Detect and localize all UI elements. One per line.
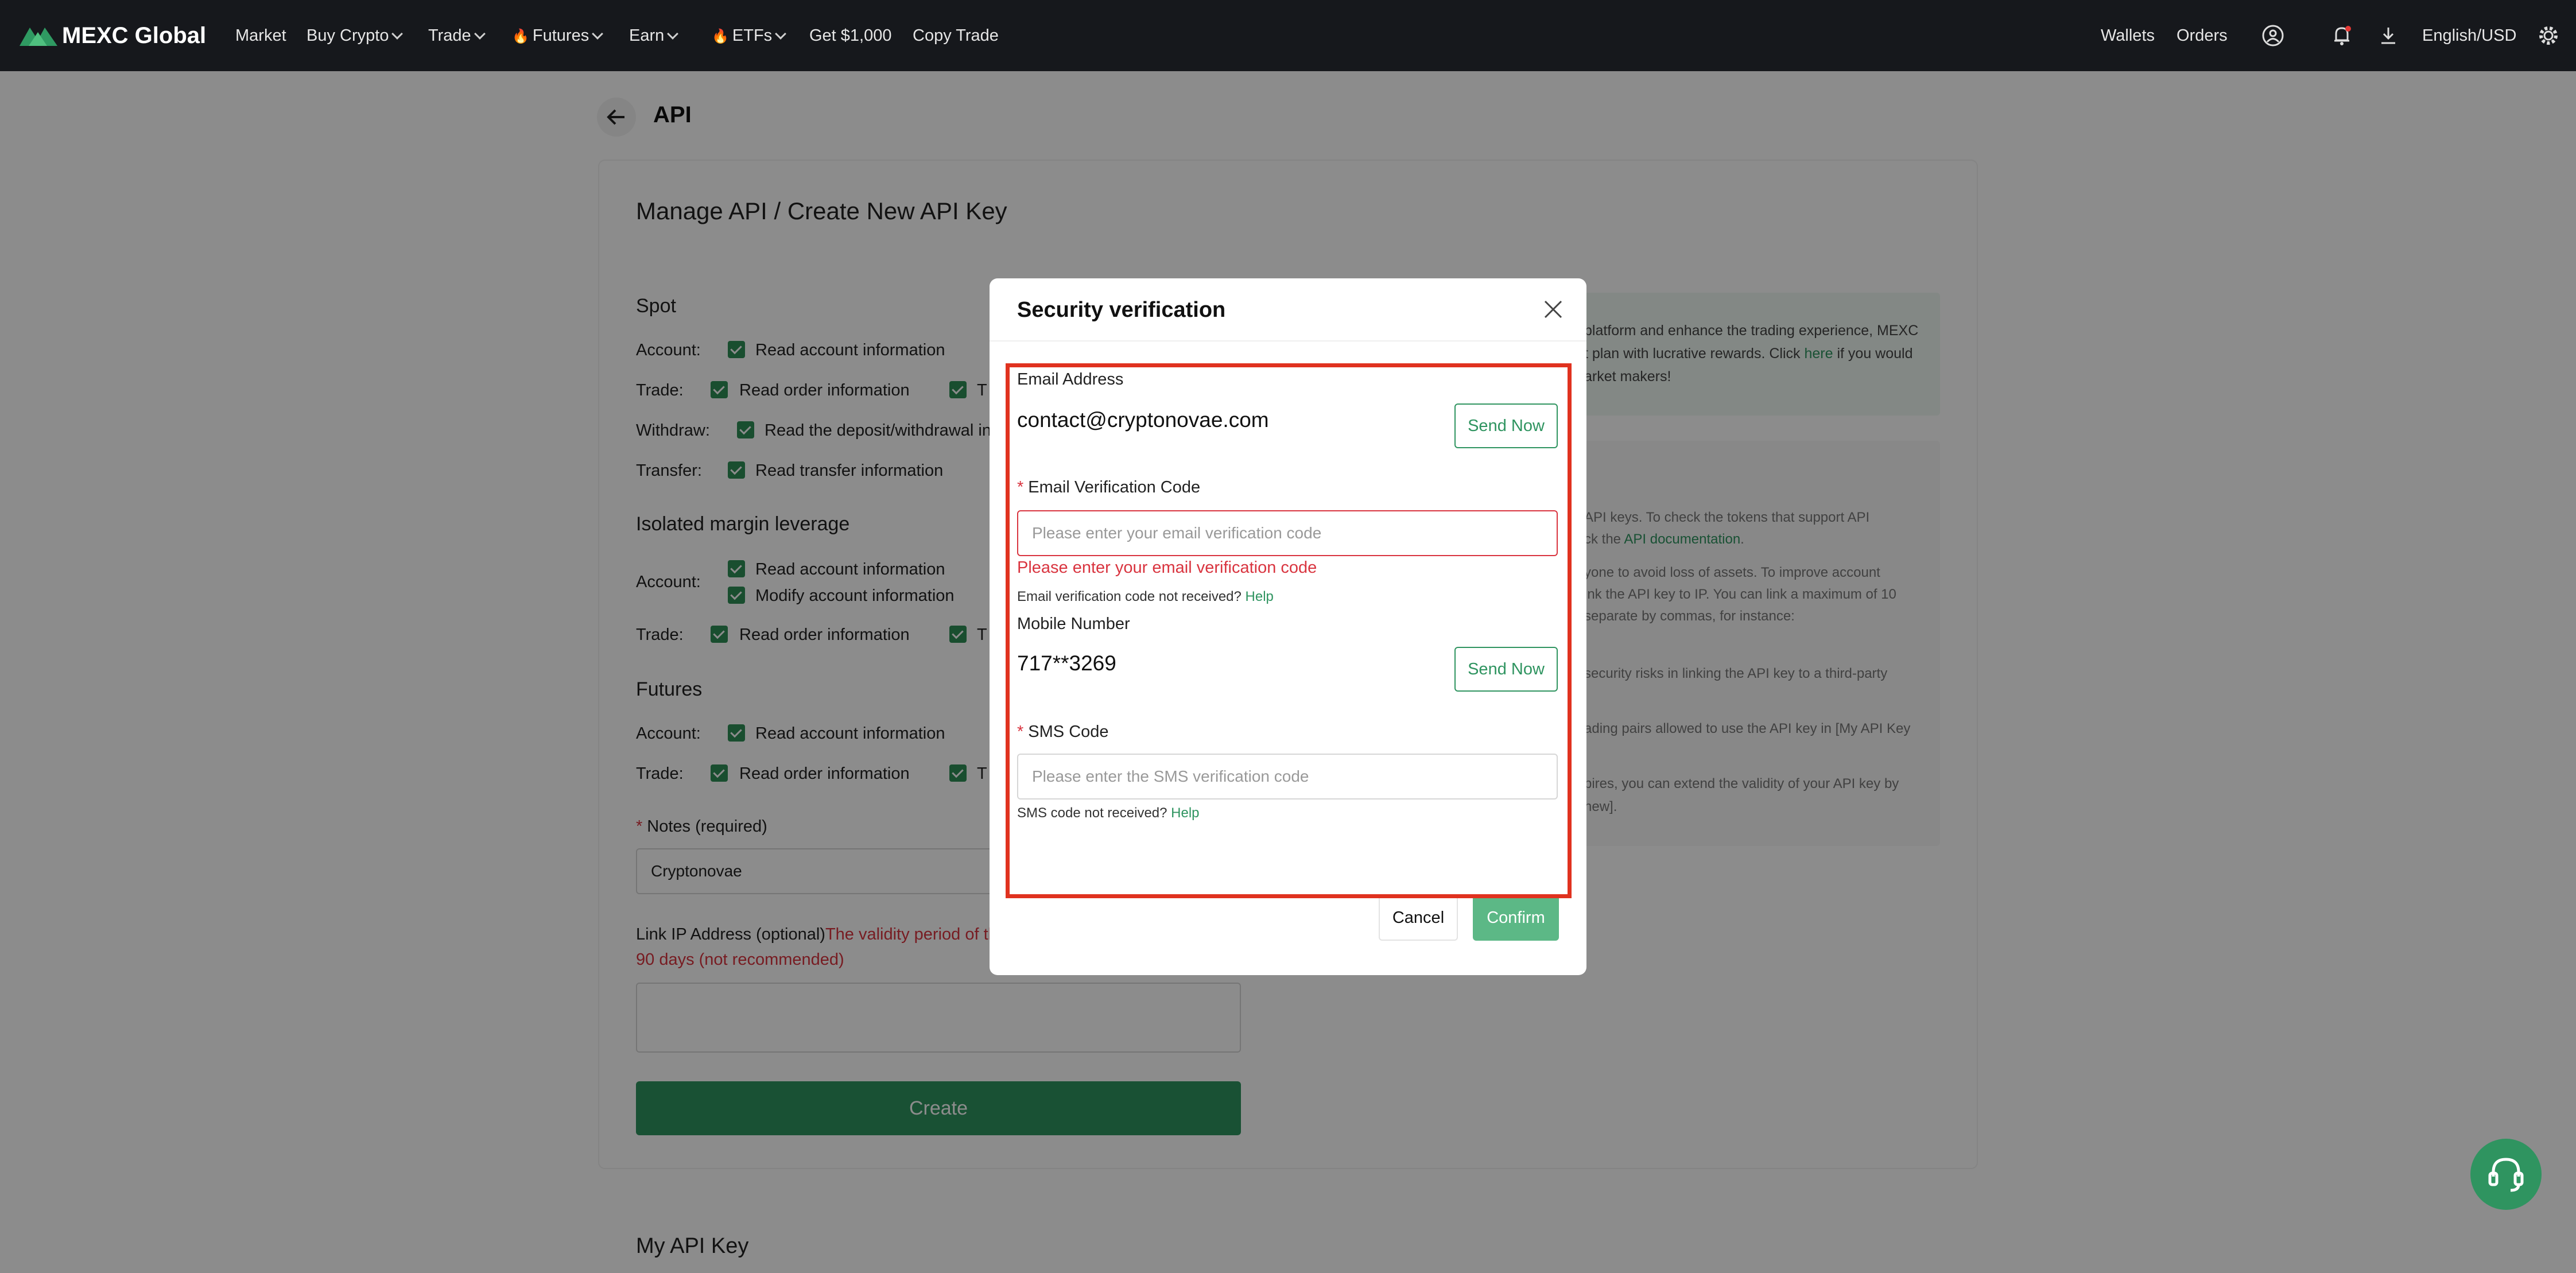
nav-futures-label: Futures <box>532 26 589 45</box>
modal-header-divider <box>990 340 1586 341</box>
chevron-down-icon <box>474 28 486 40</box>
confirm-button-label: Confirm <box>1487 909 1545 927</box>
mexc-logo-icon[interactable] <box>18 23 59 47</box>
modal-title: Security verification <box>1017 298 1226 322</box>
nav-get-1000[interactable]: Get $1,000 <box>809 0 892 71</box>
support-chat-button[interactable] <box>2470 1139 2542 1210</box>
chevron-down-icon <box>592 28 604 40</box>
logo-label: MEXC Global <box>62 23 207 48</box>
nav-wallets-label: Wallets <box>2101 26 2155 45</box>
logo-text[interactable]: MEXC Global <box>62 0 206 71</box>
nav-futures[interactable]: 🔥 Futures <box>512 0 604 71</box>
chevron-down-icon <box>667 28 679 40</box>
nav-get-1000-label: Get $1,000 <box>809 26 892 45</box>
bell-icon[interactable] <box>2331 24 2352 47</box>
download-icon[interactable] <box>2379 25 2398 46</box>
nav-wallets[interactable]: Wallets <box>2101 0 2155 71</box>
chevron-down-icon <box>391 28 404 40</box>
nav-orders-label: Orders <box>2177 26 2228 45</box>
nav-market-label: Market <box>235 26 286 45</box>
security-verification-modal: Security verification Email Address cont… <box>990 278 1586 975</box>
cancel-button-label: Cancel <box>1392 909 1445 927</box>
nav-copy-trade[interactable]: Copy Trade <box>913 0 999 71</box>
nav-earn-label: Earn <box>629 26 665 45</box>
nav-etfs[interactable]: 🔥 ETFs <box>712 0 787 71</box>
nav-language-label: English/USD <box>2422 26 2517 45</box>
nav-trade-label: Trade <box>428 26 471 45</box>
nav-etfs-label: ETFs <box>732 26 773 45</box>
top-nav: MEXC Global Market Buy Crypto Trade 🔥 Fut… <box>0 0 2576 71</box>
nav-orders[interactable]: Orders <box>2177 0 2228 71</box>
gear-icon[interactable] <box>2537 24 2560 47</box>
close-icon[interactable] <box>1542 298 1565 321</box>
cancel-button[interactable]: Cancel <box>1379 895 1458 941</box>
nav-copy-trade-label: Copy Trade <box>913 26 999 45</box>
fire-icon: 🔥 <box>512 29 529 44</box>
nav-market[interactable]: Market <box>235 0 286 71</box>
fire-icon: 🔥 <box>712 29 729 44</box>
user-icon[interactable] <box>2261 24 2284 47</box>
headset-icon <box>2488 1158 2524 1192</box>
nav-buy-crypto[interactable]: Buy Crypto <box>307 0 404 71</box>
highlight-box <box>1006 363 1572 898</box>
nav-language[interactable]: English/USD <box>2422 0 2516 71</box>
nav-buy-crypto-label: Buy Crypto <box>307 26 389 45</box>
chevron-down-icon <box>775 28 787 40</box>
nav-trade[interactable]: Trade <box>428 0 486 71</box>
nav-earn[interactable]: Earn <box>629 0 679 71</box>
confirm-button[interactable]: Confirm <box>1473 895 1559 941</box>
